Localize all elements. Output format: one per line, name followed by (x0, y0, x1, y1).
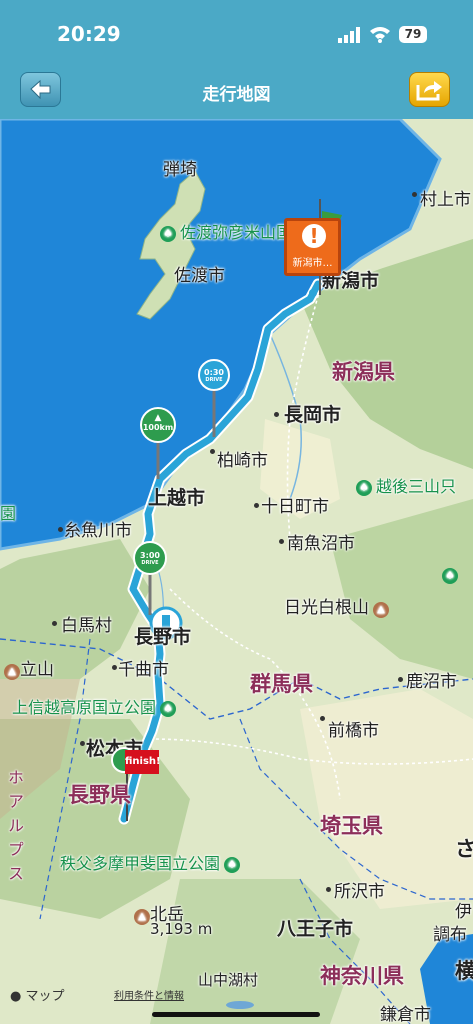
map-label-hachioji: 八王子市 (277, 918, 354, 940)
map-label-yamanakako: 山中湖村 (198, 971, 259, 989)
milestone-3-00-value: 3:00 (140, 551, 160, 560)
map-label-kamakura: 鎌倉市 (380, 1005, 431, 1024)
milestone-icon[interactable]: 3:00 DRIVE (133, 541, 167, 575)
map-dot-numata (398, 677, 403, 682)
map-label-nagaoka: 長岡市 (284, 404, 342, 426)
share-arrow-icon (416, 81, 442, 101)
map-dot-tokorozawa (326, 887, 331, 892)
map-label-itoigawa: 糸魚川市 (64, 521, 132, 541)
map-label-niigata-pref: 新潟県 (332, 360, 395, 384)
exclamation-icon: ! (302, 224, 326, 248)
map-label-joshinetsu-text: 上信越高原国立公園 (12, 698, 157, 717)
map-label-murakami: 村上市 (420, 190, 471, 210)
milestone-0-30-drive: DRIVE (205, 377, 223, 383)
apple-maps-text: マップ (25, 989, 65, 1004)
page-title: 走行地図 (202, 85, 271, 105)
map-label-echigo-park-text: 越後三山只 (376, 477, 457, 496)
finish-flag-icon[interactable]: finish! (125, 750, 161, 774)
map-label-right-park: ♠ (442, 565, 462, 584)
map-label-kashiwazaki: 柏崎市 (217, 451, 268, 471)
map-dot-tokamachi (254, 503, 259, 508)
map-label-tokorozawa: 所沢市 (334, 882, 385, 902)
apple-maps-label: ● マップ (10, 985, 65, 1004)
park-icon: ♠ (442, 568, 458, 584)
share-button[interactable] (409, 72, 450, 107)
map-label-tokamachi: 十日町市 (261, 497, 329, 517)
map-label-kanagawa: 神奈川県 (320, 964, 404, 988)
map-label-edge-sa: さ (455, 837, 473, 861)
map-label-joshinetsu: 上信越高原国立公園 ♠ (12, 694, 180, 718)
park-icon: ♠ (356, 480, 372, 496)
map-label-chikuma: 千曲市 (118, 660, 169, 680)
destination-label: 新潟市… (292, 258, 333, 269)
car-icon: ▲ (154, 413, 162, 423)
map-dot-maebashi (320, 716, 325, 721)
map-label-joetsu: 上越市 (148, 487, 206, 509)
map-label-chofu: 調布 (433, 925, 467, 945)
map-dot-hakuba (52, 621, 57, 626)
mountain-icon: ▲ (373, 602, 389, 618)
map-label-chichibu: 秩父多摩甲斐国立公園 ♠ (60, 850, 244, 874)
map-label-hakuba: 白馬村 (61, 616, 112, 636)
map-dot-kashiwazaki (210, 449, 215, 454)
map-dot-nagaoka (274, 412, 279, 417)
map-label-tateyama-text: 立山 (20, 660, 54, 680)
map-view[interactable]: 弾埼 ♠ 佐渡弥彦米山国定公園 佐渡市 村上市 新潟市 新潟県 長岡市 柏崎市 ♠… (0, 119, 473, 1024)
milestone-0-30-value: 0:30 (204, 368, 224, 377)
status-bar: 20:29 79 (0, 0, 473, 64)
milestone-icon[interactable]: ▲ 100km (140, 407, 176, 443)
map-dot-murakami (412, 192, 417, 197)
map-label-danzaki: 弾埼 (163, 160, 197, 180)
map-label-echigo-park: ♠ 越後三山只 (356, 473, 456, 497)
map-label-nikko-text: 日光白根山 (284, 598, 369, 618)
mountain-icon: ▲ (134, 909, 150, 925)
mountain-icon: ▲ (4, 664, 20, 680)
map-label-saitama: 埼玉県 (320, 814, 383, 838)
milestone-3-00-drive: DRIVE (141, 560, 159, 566)
map-label-kitadake-elev: 3,193 m (150, 920, 213, 938)
nav-bar: 走行地図 (0, 64, 473, 119)
destination-marker-icon[interactable]: ! 新潟市… (284, 218, 341, 276)
park-icon: ♠ (160, 701, 177, 717)
home-indicator (152, 1012, 320, 1017)
wifi-icon (370, 27, 390, 43)
map-dot-itoigawa (58, 527, 63, 532)
map-label-chichibu-text: 秩父多摩甲斐国立公園 (60, 854, 221, 873)
map-background (0, 119, 473, 1024)
map-label-tateyama: ▲ 立山 (0, 655, 54, 680)
map-dot-minamiuonuma (279, 539, 284, 544)
park-icon: ♠ (224, 857, 241, 873)
map-label-sado: 佐渡市 (174, 266, 225, 286)
milestone-icon[interactable]: 0:30 DRIVE (198, 359, 230, 391)
map-dot-chikuma (112, 665, 117, 670)
map-label-alps: ホアルプス (5, 769, 24, 889)
map-dot-matsumoto (80, 741, 85, 746)
map-label-minamiuonuma: 南魚沼市 (287, 534, 355, 554)
status-time: 20:29 (57, 22, 121, 46)
milestone-100-value: 100km (142, 423, 174, 432)
map-label-nagano-pref: 長野県 (68, 783, 131, 807)
legal-link[interactable]: 利用条件と情報 (114, 987, 184, 1002)
map-label-left-park: 園 (0, 504, 17, 523)
map-label-gunma: 群馬県 (250, 672, 313, 696)
map-label-maebashi: 前橋市 (328, 721, 379, 741)
apple-logo-icon: ● (10, 989, 22, 1004)
map-label-nikko: 日光白根山 ▲ (284, 593, 389, 618)
battery-icon: 79 (399, 26, 427, 43)
map-label-numata: 鹿沼市 (406, 672, 457, 692)
park-icon: ♠ (160, 226, 176, 242)
map-label-edge-yoko: 横 (455, 959, 473, 983)
map-label-nagano-city: 長野市 (134, 626, 192, 648)
signal-icon (338, 27, 360, 43)
map-label-edge-ito: 伊 (455, 902, 472, 922)
